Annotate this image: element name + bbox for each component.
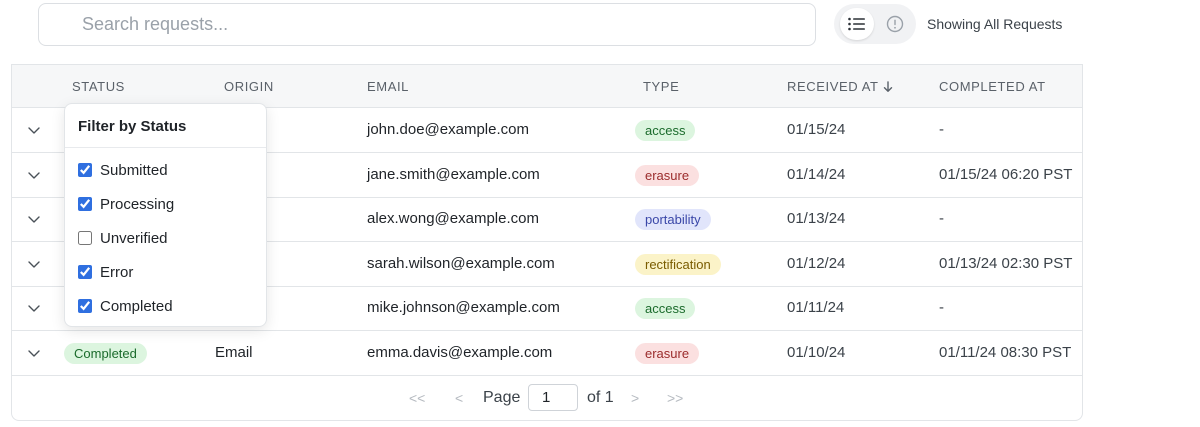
completed-at-cell: 01/11/24 08:30 PST [939,343,1072,361]
origin-cell: Email [215,343,253,361]
chevron-down-icon[interactable] [26,122,42,138]
status-filter-popover: Filter by Status Submitted Processing Unve… [64,103,267,327]
received-at-cell: 01/12/24 [787,254,846,272]
last-page-button[interactable]: >> [667,390,683,406]
filter-option-label: Error [100,263,134,281]
filter-option-processing[interactable]: Processing [78,194,174,214]
received-at-cell: 01/13/24 [787,210,846,227]
pagination: << < Page of 1 > >> [12,384,1082,414]
column-header-origin[interactable]: ORIGIN [224,79,274,94]
table-header: STATUS ORIGIN EMAIL TYPE RECEIVED AT COM… [12,64,1082,108]
filter-checkbox[interactable] [78,299,92,313]
chevron-down-icon[interactable] [26,345,42,361]
completed-at-cell: 01/15/24 06:20 PST [939,165,1073,183]
list-icon [848,17,865,31]
received-at-cell: 01/15/24 [787,121,846,138]
email-cell: mike.johnson@example.com [367,299,560,316]
search-input[interactable] [39,4,815,45]
first-page-button[interactable]: << [409,390,425,406]
status-badge: Completed [64,342,147,364]
chevron-down-icon[interactable] [26,300,42,316]
completed-at-cell: - [939,210,944,227]
email-cell: emma.davis@example.com [367,343,553,361]
filter-option-label: Submitted [100,161,168,179]
completed-at-cell: - [939,299,944,316]
chevron-down-icon[interactable] [26,167,42,183]
completed-at-cell: 01/13/24 02:30 PST [939,254,1073,272]
filter-title: Filter by Status [78,118,187,135]
column-header-email[interactable]: EMAIL [367,79,409,94]
page-input[interactable] [528,384,578,411]
type-badge: rectification [635,253,721,275]
chevron-down-icon[interactable] [26,211,42,227]
type-badge: portability [635,209,711,230]
filter-option-completed[interactable]: Completed [78,296,173,316]
search-box[interactable] [38,3,816,46]
received-at-cell: 01/11/24 [787,299,845,316]
column-header-received-at-label: RECEIVED AT [787,79,879,94]
email-cell: john.doe@example.com [367,121,529,138]
filter-checkbox[interactable] [78,197,92,211]
type-badge: erasure [635,164,700,186]
filter-option-label: Processing [100,195,175,213]
filter-option-label: Unverified [100,229,168,247]
next-page-button[interactable]: > [631,390,639,406]
email-cell: sarah.wilson@example.com [367,254,555,272]
received-at-cell: 01/14/24 [787,165,846,183]
list-view-button[interactable] [840,8,874,40]
filter-checkbox[interactable] [78,265,92,279]
page-label: Page [483,389,521,406]
completed-at-cell: - [939,121,944,138]
type-badge: erasure [635,342,700,364]
column-header-status[interactable]: STATUS [72,79,125,94]
prev-page-button[interactable]: < [455,390,463,406]
table-row[interactable]: Completed Email emma.davis@example.com eras… [12,331,1082,376]
type-badge: access [635,120,696,141]
view-status-text: Showing All Requests [927,16,1063,32]
page-count: of 1 [587,389,614,406]
divider [65,147,266,148]
view-toggle[interactable] [834,4,916,44]
chevron-down-icon[interactable] [26,256,42,272]
filter-option-error[interactable]: Error [78,262,133,282]
column-header-type[interactable]: TYPE [643,79,679,94]
filter-option-unverified[interactable]: Unverified [78,228,168,248]
filter-checkbox[interactable] [78,231,92,245]
column-header-completed-at[interactable]: COMPLETED AT [939,79,1046,94]
email-cell: jane.smith@example.com [367,165,540,183]
received-at-cell: 01/10/24 [787,343,846,361]
info-circle-icon [886,15,904,33]
filter-option-label: Completed [100,297,173,315]
filter-checkbox[interactable] [78,163,92,177]
column-header-received-at[interactable]: RECEIVED AT [787,79,893,94]
filter-option-submitted[interactable]: Submitted [78,160,168,180]
email-cell: alex.wong@example.com [367,210,539,227]
issues-view-button[interactable] [878,8,912,40]
arrow-down-icon [883,81,892,92]
type-badge: access [635,298,696,319]
